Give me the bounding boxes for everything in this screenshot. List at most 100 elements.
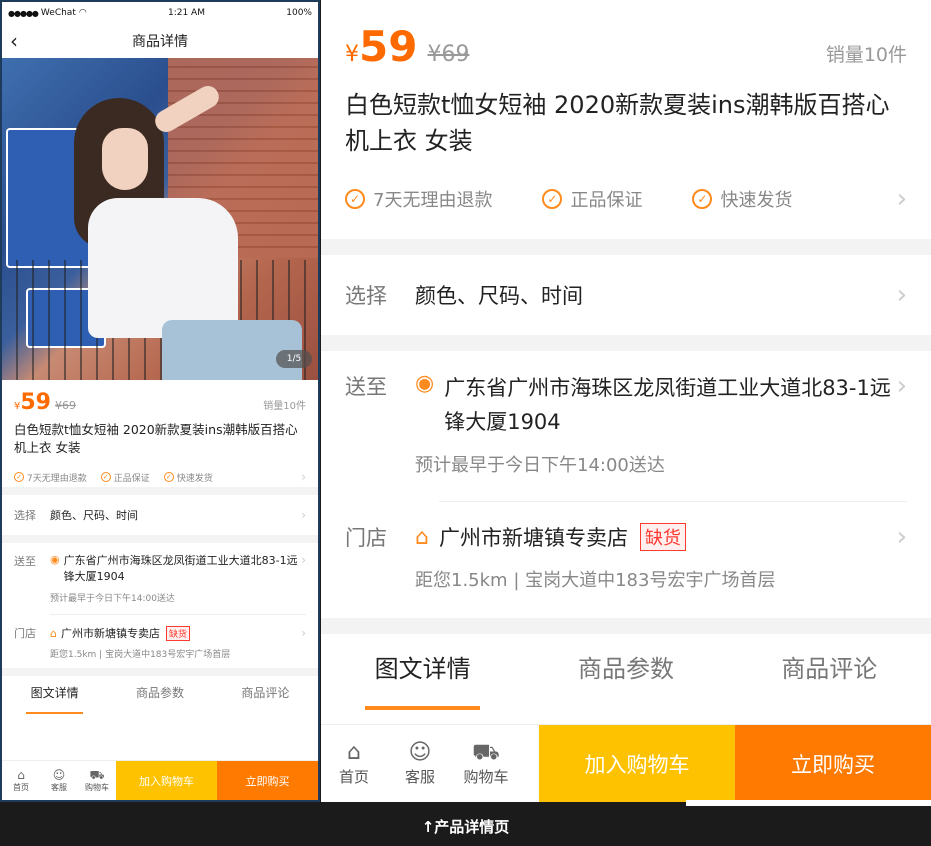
store-label: 门店 <box>14 627 36 640</box>
shipping-address: 广东省广州市海珠区龙凤街道工业大道北83-1远锋大厦1904 <box>63 554 298 583</box>
spec-value: 颜色、尺码、时间 <box>50 509 138 522</box>
chat-icon: ☺ <box>408 740 432 765</box>
chevron-right-icon: › <box>301 626 306 640</box>
guarantee-item: ✓ 正品保证 <box>542 186 642 212</box>
product-image-carousel[interactable]: 1/5 <box>2 58 318 380</box>
section-gap <box>2 535 318 543</box>
canvas: ●●●●● WeChat ◠ 1:21 AM 100% ‹ 商品详情 1/5 ¥… <box>0 0 931 846</box>
image-pager: 1/5 <box>276 350 312 368</box>
model-shirt <box>88 198 238 338</box>
spec-label: 选择 <box>14 509 36 522</box>
check-icon: ✓ <box>692 189 713 209</box>
guarantee-item: ✓ 快速发货 <box>163 471 213 484</box>
battery-label: 100% <box>286 8 312 18</box>
store-section[interactable]: 门店 ⌂ 广州市新塘镇专卖店 缺货 › 距您1.5km | 宝岗大道中183号宏… <box>2 615 318 660</box>
product-info: ¥59 ¥69 销量10件 白色短款t恤女短袖 2020新款夏装ins潮韩版百搭心… <box>2 380 318 487</box>
section-gap <box>321 239 931 255</box>
home-button[interactable]: ⌂ 首页 <box>2 761 40 800</box>
location-pin-icon: ◉ <box>50 553 60 566</box>
check-icon: ✓ <box>14 472 24 482</box>
spec-selector[interactable]: 选择 颜色、尺码、时间 › <box>2 495 318 535</box>
sales-count: 销量10件 <box>263 401 306 412</box>
section-gap <box>321 335 931 351</box>
shipping-label: 送至 <box>14 555 36 568</box>
chat-icon: ☺ <box>52 768 66 782</box>
tab-parameters[interactable]: 商品参数 <box>107 676 212 710</box>
chevron-right-icon: › <box>301 508 306 522</box>
chevron-right-icon: › <box>301 470 306 484</box>
check-icon: ✓ <box>100 472 111 482</box>
guarantee-row[interactable]: ✓ 7天无理由退款 ✓ 正品保证 ✓ 快速发货 › <box>14 467 306 487</box>
zoom-product-info: ¥59 ¥69 销量10件 白色短款t恤女短袖 2020新款夏装ins潮韩版百搭心… <box>321 0 931 214</box>
signal-icon: ●●●●● <box>8 8 39 18</box>
price: ¥59 ¥69 <box>14 390 76 415</box>
store-icon: ⌂ <box>50 626 57 640</box>
chevron-right-icon: › <box>896 184 907 214</box>
original-price: ¥69 <box>55 399 76 412</box>
section-gap <box>2 487 318 495</box>
tab-reviews[interactable]: 商品评论 <box>213 676 318 710</box>
shipping-section[interactable]: 送至 ◉ 广东省广州市海珠区龙凤街道工业大道北83-1远锋大厦1904 › 预计… <box>2 543 318 615</box>
delivery-eta: 预计最早于今日下午14:00送达 <box>415 455 665 476</box>
zoom-price: ¥59 ¥69 <box>345 22 470 71</box>
tab-parameters[interactable]: 商品参数 <box>524 634 727 704</box>
service-button[interactable]: ☺ 客服 <box>387 725 453 802</box>
tab-graphic-details[interactable]: 图文详情 <box>321 634 524 710</box>
cart-button[interactable]: ⛟ 购物车 <box>78 761 116 800</box>
chevron-right-icon: › <box>896 280 907 310</box>
chevron-right-icon: › <box>896 522 907 552</box>
delivery-eta: 预计最早于今日下午14:00送达 <box>50 594 175 604</box>
buy-now-button[interactable]: 立即购买 <box>735 725 931 802</box>
zoom-product-title: 白色短款t恤女短袖 2020新款夏装ins潮韩版百搭心机上衣 女装 <box>345 91 890 155</box>
buy-now-button[interactable]: 立即购买 <box>217 761 318 800</box>
status-bar: ●●●●● WeChat ◠ 1:21 AM 100% <box>2 2 318 24</box>
chevron-right-icon: › <box>896 371 907 401</box>
model-face <box>102 128 148 190</box>
phone-screen: ●●●●● WeChat ◠ 1:21 AM 100% ‹ 商品详情 1/5 ¥… <box>0 0 320 802</box>
page-title: 商品详情 <box>132 34 188 50</box>
store-name: 广州市新塘镇专卖店 <box>60 627 160 640</box>
check-icon: ✓ <box>163 472 174 482</box>
zoom-detail-tabs: 图文详情 商品参数 商品评论 <box>321 618 931 710</box>
zoom-shipping-section[interactable]: 送至 ◉ 广东省广州市海珠区龙凤街道工业大道北83-1远锋大厦1904 › 预计… <box>321 351 931 502</box>
bottom-action-bar: ⌂ 首页 ☺ 客服 ⛟ 购物车 加入购物车 立即购买 <box>2 760 318 800</box>
out-of-stock-badge: 缺货 <box>639 523 686 551</box>
cart-button[interactable]: ⛟ 购物车 <box>453 725 519 802</box>
service-button[interactable]: ☺ 客服 <box>40 761 78 800</box>
add-to-cart-button[interactable]: 加入购物车 <box>116 761 217 800</box>
detail-tabs: 图文详情 商品参数 商品评论 <box>2 668 318 714</box>
zoom-bottom-action-bar: ⌂ 首页 ☺ 客服 ⛟ 购物车 加入购物车 立即购买 <box>321 724 931 802</box>
store-icon: ⌂ <box>415 524 429 550</box>
chevron-right-icon: › <box>301 553 306 567</box>
cart-icon: ⛟ <box>89 768 105 782</box>
out-of-stock-badge: 缺货 <box>165 625 190 641</box>
wifi-icon: ◠ <box>78 8 87 18</box>
store-details: 距您1.5km | 宝岗大道中183号宏宇广场首层 <box>50 650 231 660</box>
caption: ↑产品详情页 <box>0 806 931 846</box>
product-title: 白色短款t恤女短袖 2020新款夏装ins潮韩版百搭心机上衣 女装 <box>14 422 298 455</box>
nav-bar: ‹ 商品详情 <box>2 24 318 58</box>
check-icon: ✓ <box>345 189 365 209</box>
add-to-cart-button[interactable]: 加入购物车 <box>539 725 735 802</box>
home-button[interactable]: ⌂ 首页 <box>321 725 387 802</box>
guarantee-item: ✓ 快速发货 <box>692 186 792 212</box>
store-details: 距您1.5km | 宝岗大道中183号宏宇广场首层 <box>415 570 776 591</box>
location-pin-icon: ◉ <box>415 371 435 396</box>
zoomed-detail-view: ¥59 ¥69 销量10件 白色短款t恤女短袖 2020新款夏装ins潮韩版百搭心… <box>321 0 931 802</box>
zoom-sales-count: 销量10件 <box>825 44 907 66</box>
back-icon[interactable]: ‹ <box>10 29 30 53</box>
guarantee-item: ✓ 7天无理由退款 <box>345 186 492 212</box>
zoom-guarantee-row[interactable]: ✓ 7天无理由退款 ✓ 正品保证 ✓ 快速发货 › <box>345 184 907 214</box>
tab-graphic-details[interactable]: 图文详情 <box>2 676 107 714</box>
zoom-spec-selector[interactable]: 选择 颜色、尺码、时间 › <box>321 255 931 335</box>
tab-reviews[interactable]: 商品评论 <box>728 634 931 704</box>
home-icon: ⌂ <box>17 768 25 782</box>
carrier-label: WeChat <box>40 8 76 18</box>
zoom-store-section[interactable]: 门店 ⌂ 广州市新塘镇专卖店 缺货 › 距您1.5km | 宝岗大道中183号宏… <box>321 502 931 592</box>
guarantee-item: ✓ 正品保证 <box>100 471 150 484</box>
check-icon: ✓ <box>542 189 563 209</box>
price-value: 59 <box>20 390 51 415</box>
cart-icon: ⛟ <box>472 740 500 765</box>
home-icon: ⌂ <box>347 740 361 765</box>
status-time: 1:21 AM <box>167 8 205 18</box>
